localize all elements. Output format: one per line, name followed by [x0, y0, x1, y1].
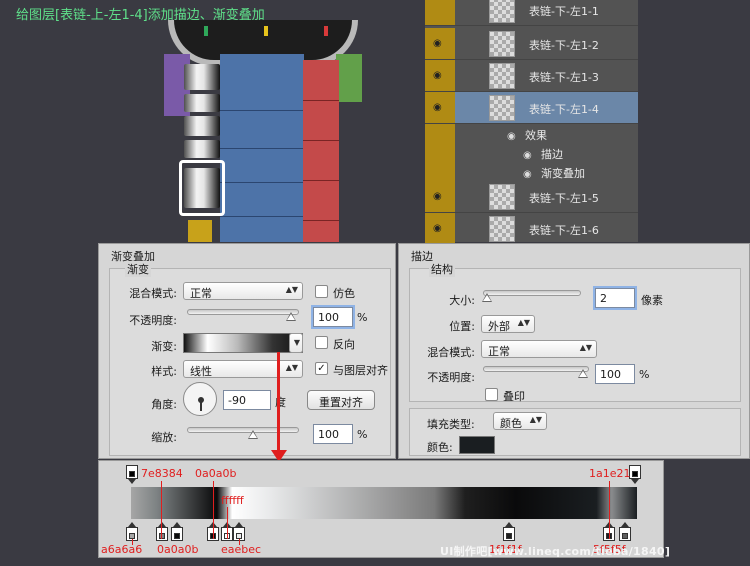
chain-link	[184, 116, 220, 136]
chevron-icon: ▲▼	[529, 415, 542, 424]
slider-knob[interactable]	[286, 312, 296, 321]
scale-slider[interactable]	[187, 427, 299, 439]
opacity-input[interactable]: 100	[313, 307, 353, 327]
layer-thumbnail	[489, 216, 515, 242]
watch-illustration	[150, 20, 365, 242]
selection-highlight	[179, 160, 225, 216]
size-slider[interactable]	[482, 290, 581, 302]
layer-name: 表链-下-左1-3	[529, 71, 599, 84]
chevron-icon: ▲▼	[285, 363, 298, 372]
style-select[interactable]: 线性 ▲▼	[183, 360, 303, 378]
angle-input[interactable]: -90	[223, 390, 271, 410]
layer-name: 表链-下-左1-6	[529, 224, 599, 237]
opacity-stop[interactable]	[629, 465, 641, 484]
color-label: ffffff	[221, 494, 244, 507]
gradient-picker[interactable]	[183, 333, 303, 353]
color-stop[interactable]	[503, 522, 515, 541]
position-select[interactable]: 外部 ▲▼	[481, 315, 535, 333]
color-label: 0a0a0b	[157, 543, 199, 556]
layer-name: 表链-下-左1-1	[529, 5, 599, 18]
stroke-opacity-input[interactable]: 100	[595, 364, 635, 384]
layer-thumbnail	[489, 63, 515, 89]
gradient-bar[interactable]	[131, 487, 637, 519]
eye-icon[interactable]: ◉	[433, 70, 447, 81]
layer-name: 表链-下-左1-4	[529, 103, 599, 116]
layer-effects: ◉ 效果 ◉ 描边 ◉ 渐变叠加	[425, 124, 638, 182]
color-label: eaebec	[221, 543, 262, 556]
layer-row[interactable]: 表链-下-左1-1	[425, 0, 638, 26]
stroke-blend-mode-select[interactable]: 正常 ▲▼	[481, 340, 597, 358]
layers-panel: 表链-下-左1-1 ◉ 表链-下-左1-2 ◉ 表链-下-左1-3 ◉ 表链-下…	[425, 0, 638, 245]
eye-icon[interactable]: ◉	[433, 38, 447, 49]
strap-green	[336, 54, 362, 102]
gradient-overlay-dialog: 渐变叠加 渐变 混合模式: 正常 ▲▼ 仿色 不透明度: 100 % 渐变: ▼ …	[98, 243, 396, 459]
slider-knob[interactable]	[482, 293, 492, 302]
stroke-dialog: 描边 结构 大小: 2 像素 位置: 外部 ▲▼ 混合模式: 正常 ▲▼ 不透明度:…	[398, 243, 750, 459]
layer-row[interactable]: ◉ 表链-下-左1-3	[425, 60, 638, 92]
chevron-icon: ▲▼	[285, 285, 298, 294]
strap-yellow	[188, 220, 212, 242]
watch-mark-green	[204, 26, 208, 36]
scale-input[interactable]: 100	[313, 424, 353, 444]
watch-mark-yellow	[264, 26, 268, 36]
size-input[interactable]: 2	[595, 288, 635, 308]
strap-red	[303, 60, 339, 242]
stroke-opacity-slider[interactable]	[483, 366, 589, 378]
eye-icon[interactable]: ◉	[433, 191, 447, 202]
layer-thumbnail	[489, 95, 515, 121]
eye-icon[interactable]: ◉	[507, 131, 519, 142]
color-label: a6a6a6	[101, 543, 143, 556]
eye-icon[interactable]: ◉	[523, 169, 535, 180]
fill-type-select[interactable]: 颜色 ▲▼	[493, 412, 547, 430]
layer-row-selected[interactable]: ◉ 表链-下-左1-4	[425, 92, 638, 124]
color-label: 1a1e21	[589, 467, 631, 480]
color-label: 7e8384	[141, 467, 183, 480]
layer-thumbnail	[489, 0, 515, 23]
color-label: 0a0a0b	[195, 467, 237, 480]
color-stop[interactable]	[171, 522, 183, 541]
color-stop[interactable]	[619, 522, 631, 541]
align-with-layer-checkbox[interactable]: ✓	[315, 362, 328, 375]
reset-alignment-button[interactable]: 重置对齐	[307, 390, 375, 410]
eye-icon[interactable]: ◉	[433, 102, 447, 113]
chain-link	[184, 64, 220, 90]
stroke-color-swatch[interactable]	[459, 436, 495, 454]
opacity-slider[interactable]	[187, 309, 299, 321]
slider-knob[interactable]	[248, 430, 258, 439]
annotation-arrow	[277, 352, 280, 452]
group-label: 结构	[429, 261, 455, 277]
eye-icon[interactable]: ◉	[523, 150, 535, 161]
slider-knob[interactable]	[578, 369, 588, 378]
layer-name: 表链-下-左1-2	[529, 39, 599, 52]
effect-stroke-row[interactable]: ◉ 描边	[523, 146, 563, 162]
strap-blue	[220, 54, 304, 242]
effects-row[interactable]: ◉ 效果	[507, 127, 547, 143]
dither-checkbox[interactable]	[315, 285, 328, 298]
chevron-down-icon: ▼	[293, 338, 300, 347]
watermark: UI制作吧[www.lineq.com/tieba/1840]	[440, 545, 671, 558]
eye-icon[interactable]: ◉	[433, 223, 447, 234]
effect-gradient-row[interactable]: ◉ 渐变叠加	[523, 165, 585, 181]
chain-link	[184, 140, 220, 158]
layer-row[interactable]: ◉ 表链-下-左1-6	[425, 213, 638, 245]
angle-dial[interactable]	[183, 382, 217, 416]
chevron-icon: ▲▼	[517, 318, 530, 327]
layer-thumbnail	[489, 184, 515, 210]
layer-row[interactable]: ◉ 表链-下-左1-2	[425, 28, 638, 60]
opacity-stop[interactable]	[126, 465, 138, 484]
blend-mode-select[interactable]: 正常 ▲▼	[183, 282, 303, 300]
layer-name: 表链-下-左1-5	[529, 192, 599, 205]
watch-mark-red	[324, 26, 328, 36]
layer-row[interactable]: ◉ 表链-下-左1-5	[425, 181, 638, 213]
gradient-dropdown[interactable]: ▼	[289, 333, 303, 353]
overprint-checkbox[interactable]	[485, 388, 498, 401]
color-stop[interactable]	[156, 522, 168, 541]
layer-thumbnail	[489, 31, 515, 57]
group-label: 渐变	[125, 261, 151, 277]
reverse-checkbox[interactable]	[315, 336, 328, 349]
chevron-icon: ▲▼	[579, 343, 592, 352]
chain-link	[184, 94, 220, 112]
